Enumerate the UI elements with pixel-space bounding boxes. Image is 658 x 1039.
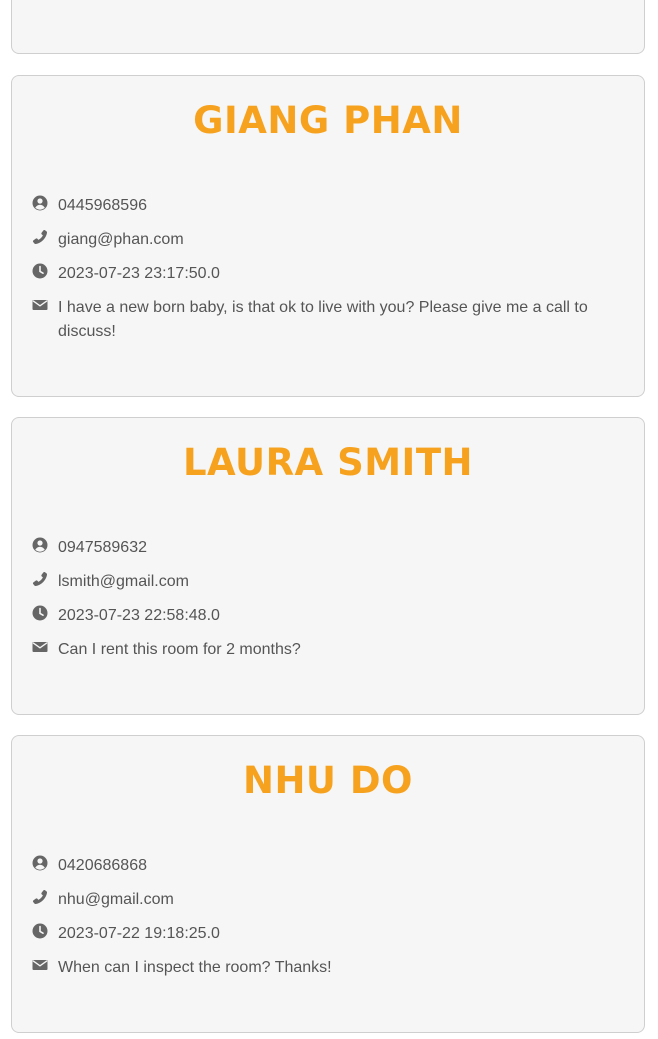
envelope-icon [32, 957, 48, 973]
enquirer-name: LAURA SMITH [182, 441, 474, 484]
phone-row: 0445968596 [32, 194, 600, 218]
phone-row: 0947589632 [32, 536, 600, 560]
message-row: When can I inspect the room? Thanks! [32, 956, 600, 980]
email-row: lsmith@gmail.com [32, 570, 600, 594]
enquiry-card: LAURA SMITH 0947589632 lsmith@gmail.com … [11, 417, 645, 715]
email-text: lsmith@gmail.com [58, 573, 189, 590]
phone-text: 0420686868 [58, 857, 147, 874]
phone-icon [32, 229, 48, 245]
enquirer-name: GIANG PHAN [193, 99, 463, 142]
phone-icon [32, 889, 48, 905]
enquiry-card-partial [11, 0, 645, 54]
message-text: Can I rent this room for 2 months? [58, 641, 301, 658]
envelope-icon [32, 639, 48, 655]
message-row: I have a new born baby, is that ok to li… [32, 296, 600, 344]
phone-row: 0420686868 [32, 854, 600, 878]
enquiry-card: GIANG PHAN 0445968596 giang@phan.com 202… [11, 75, 645, 397]
envelope-icon [32, 297, 48, 313]
date-text: 2023-07-23 22:58:48.0 [58, 607, 220, 624]
user-circle-icon [32, 855, 48, 871]
email-row: nhu@gmail.com [32, 888, 600, 912]
email-text: nhu@gmail.com [58, 891, 174, 908]
email-text: giang@phan.com [58, 231, 184, 248]
enquiry-details: 0420686868 nhu@gmail.com 2023-07-22 19:1… [32, 854, 600, 990]
user-circle-icon [32, 537, 48, 553]
clock-icon [32, 263, 48, 279]
message-text: When can I inspect the room? Thanks! [58, 959, 332, 976]
phone-text: 0445968596 [58, 197, 147, 214]
date-text: 2023-07-23 23:17:50.0 [58, 265, 220, 282]
clock-icon [32, 605, 48, 621]
enquiry-card: NHU DO 0420686868 nhu@gmail.com 2023-07-… [11, 735, 645, 1033]
date-row: 2023-07-22 19:18:25.0 [32, 922, 600, 946]
message-text: I have a new born baby, is that ok to li… [58, 299, 588, 340]
date-row: 2023-07-23 22:58:48.0 [32, 604, 600, 628]
user-circle-icon [32, 195, 48, 211]
phone-text: 0947589632 [58, 539, 147, 556]
message-row: Can I rent this room for 2 months? [32, 638, 600, 662]
enquiry-details: 0445968596 giang@phan.com 2023-07-23 23:… [32, 194, 600, 354]
email-row: giang@phan.com [32, 228, 600, 252]
enquiry-details: 0947589632 lsmith@gmail.com 2023-07-23 2… [32, 536, 600, 672]
date-text: 2023-07-22 19:18:25.0 [58, 925, 220, 942]
phone-icon [32, 571, 48, 587]
date-row: 2023-07-23 23:17:50.0 [32, 262, 600, 286]
clock-icon [32, 923, 48, 939]
enquirer-name: NHU DO [242, 759, 414, 802]
